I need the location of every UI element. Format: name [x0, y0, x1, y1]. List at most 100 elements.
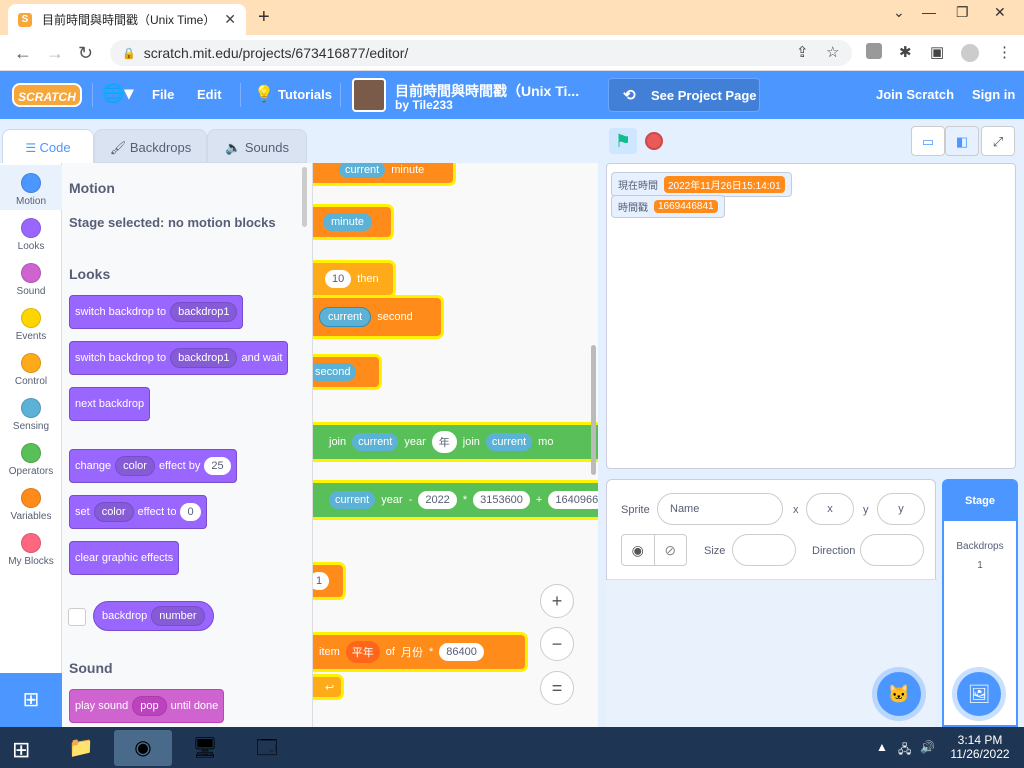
browser-tab[interactable]: S 目前時間與時間戳（Unix Time） ✕: [8, 4, 246, 35]
sound-dropdown[interactable]: pop: [132, 696, 167, 716]
close-window-button[interactable]: ✕: [994, 4, 1006, 21]
zoom-reset-button[interactable]: =: [540, 671, 574, 705]
extension-avatar-icon[interactable]: [866, 43, 882, 59]
script-block[interactable]: 10 then: [313, 263, 393, 295]
category-my-blocks[interactable]: My Blocks: [0, 525, 62, 570]
file-explorer-icon[interactable]: 📁: [52, 730, 110, 766]
chrome-icon[interactable]: ◉: [114, 730, 172, 766]
browser-menu-icon[interactable]: ⋮: [997, 43, 1012, 61]
minimize-button[interactable]: —: [922, 4, 936, 20]
direction-input[interactable]: [860, 534, 924, 566]
back-icon[interactable]: ←: [14, 43, 32, 64]
choose-sprite-button[interactable]: 🐱: [877, 672, 921, 716]
url-bar[interactable]: 🔒 scratch.mit.edu/projects/673416877/edi…: [110, 40, 852, 66]
join-scratch-link[interactable]: Join Scratch: [876, 87, 954, 102]
project-author[interactable]: by Tile233: [395, 98, 453, 112]
side-panel-icon[interactable]: ▣: [930, 43, 944, 61]
normal-stage-button[interactable]: ◧: [945, 126, 979, 156]
switch-backdrop-block[interactable]: switch backdrop to backdrop1: [69, 295, 244, 329]
see-project-page-button[interactable]: ⟲ See Project Page: [608, 78, 760, 112]
control-panel-icon[interactable]: 🖥: [176, 730, 234, 766]
number-input[interactable]: 2022: [418, 491, 457, 509]
script-block[interactable]: current year - 2022 * 3153600 + 1640966: [313, 483, 598, 517]
palette-scrollbar[interactable]: [302, 167, 307, 227]
number-input[interactable]: 10: [325, 270, 352, 288]
maximize-button[interactable]: ❐: [956, 4, 969, 21]
script-block[interactable]: ↩: [313, 677, 341, 697]
new-tab-button[interactable]: +: [258, 6, 270, 29]
change-effect-block[interactable]: change color effect by 25: [69, 449, 237, 483]
sprite-name-input[interactable]: Name: [657, 493, 783, 525]
backdrop-dropdown[interactable]: backdrop1: [170, 302, 238, 322]
set-effect-block[interactable]: set color effect to 0: [69, 495, 207, 529]
choose-backdrop-button[interactable]: 🖼: [957, 672, 1001, 716]
volume-icon[interactable]: 🔊: [920, 740, 935, 754]
stop-button[interactable]: [645, 132, 663, 150]
stage-canvas[interactable]: 現在時間 2022年11月26日15:14:01 時間戳 1669446841: [606, 163, 1016, 469]
bookmark-star-icon[interactable]: ☆: [826, 43, 839, 61]
show-eye-icon[interactable]: ◉: [622, 535, 655, 565]
hide-eye-icon[interactable]: ⊘: [655, 535, 687, 565]
add-extension-button[interactable]: ⊞: [0, 673, 62, 727]
edit-menu[interactable]: Edit: [197, 87, 222, 102]
size-input[interactable]: [732, 534, 796, 566]
number-input[interactable]: 0: [180, 503, 201, 521]
tab-backdrops[interactable]: 🖌 Backdrops: [94, 129, 207, 163]
sign-in-link[interactable]: Sign in: [972, 87, 1015, 102]
language-globe-icon[interactable]: 🌐▾: [102, 83, 133, 104]
x-input[interactable]: x: [806, 493, 854, 525]
profile-avatar-icon[interactable]: [961, 44, 979, 62]
forward-icon[interactable]: →: [46, 43, 64, 64]
script-scrollbar[interactable]: [591, 345, 596, 475]
number-input[interactable]: 3153600: [473, 491, 530, 509]
green-flag-button[interactable]: ⚑: [609, 128, 637, 154]
clear-effects-block[interactable]: clear graphic effects: [69, 541, 180, 575]
y-input[interactable]: y: [877, 493, 925, 525]
play-sound-until-done-block[interactable]: play sound pop until done: [69, 689, 225, 723]
fullscreen-button[interactable]: ⤢: [981, 126, 1015, 156]
script-block[interactable]: 1: [313, 565, 343, 597]
category-events[interactable]: Events: [0, 300, 62, 345]
reload-icon[interactable]: ↻: [78, 43, 93, 64]
tab-code[interactable]: ☰ Code: [2, 129, 94, 163]
tray-overflow-icon[interactable]: ▲: [876, 740, 888, 754]
tutorials-button[interactable]: Tutorials: [278, 87, 332, 102]
file-menu[interactable]: File: [152, 87, 174, 102]
close-tab-icon[interactable]: ✕: [224, 11, 236, 28]
category-looks[interactable]: Looks: [0, 210, 62, 255]
number-name-dropdown[interactable]: number: [151, 606, 205, 626]
number-input[interactable]: 86400: [439, 643, 484, 661]
category-motion[interactable]: Motion: [0, 165, 62, 210]
scratch-logo[interactable]: SCRATCH: [12, 83, 82, 107]
script-block[interactable]: second: [313, 357, 379, 387]
backdrop-reporter-block[interactable]: backdrop number: [93, 601, 214, 631]
script-block[interactable]: item 平年 of 月份 * 86400: [313, 635, 525, 669]
category-control[interactable]: Control: [0, 345, 62, 390]
number-input[interactable]: 1640966: [548, 491, 598, 509]
category-variables[interactable]: Variables: [0, 480, 62, 525]
small-stage-button[interactable]: ▭: [911, 126, 945, 156]
number-input[interactable]: 1: [313, 572, 330, 590]
number-input[interactable]: 25: [204, 457, 231, 475]
chevron-down-icon[interactable]: ⌄: [893, 4, 905, 21]
share-icon[interactable]: ⇪: [796, 43, 809, 61]
backdrop-dropdown[interactable]: backdrop1: [170, 348, 238, 368]
effect-dropdown[interactable]: color: [93, 502, 134, 522]
network-app-icon[interactable]: 🗔: [238, 730, 296, 766]
next-backdrop-block[interactable]: next backdrop: [69, 387, 151, 421]
category-operators[interactable]: Operators: [0, 435, 62, 480]
script-block[interactable]: join current year 年 join current mo: [313, 425, 598, 459]
zoom-out-button[interactable]: −: [540, 627, 574, 661]
category-sensing[interactable]: Sensing: [0, 390, 62, 435]
script-block[interactable]: current second: [313, 298, 441, 336]
category-sound[interactable]: Sound: [0, 255, 62, 300]
windows-start-icon[interactable]: ⊞: [12, 737, 30, 763]
switch-backdrop-wait-block[interactable]: switch backdrop to backdrop1 and wait: [69, 341, 289, 375]
text-input[interactable]: 年: [431, 431, 457, 453]
script-block[interactable]: minute: [313, 207, 391, 237]
tab-sounds[interactable]: 🔈 Sounds: [207, 129, 307, 163]
backdrop-monitor-checkbox[interactable]: [68, 608, 86, 626]
script-block[interactable]: current minute: [313, 163, 453, 183]
zoom-in-button[interactable]: +: [540, 584, 574, 618]
extensions-puzzle-icon[interactable]: ✱: [899, 43, 912, 61]
